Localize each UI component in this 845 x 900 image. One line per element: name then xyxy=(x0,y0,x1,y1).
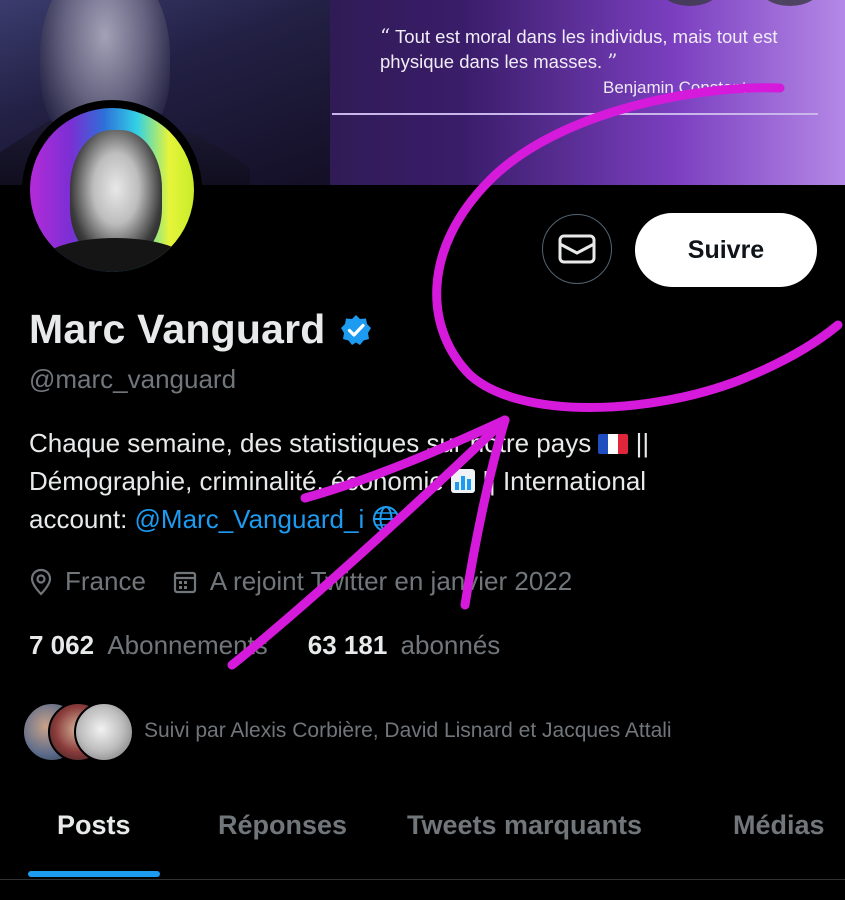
banner-ornament xyxy=(760,0,820,6)
profile-meta: France A rejoint Twitter en janvier 2022 xyxy=(29,566,598,597)
follow-stats: 7 062 Abonnements 63 181 abonnés xyxy=(29,630,540,661)
bio-text: account: xyxy=(29,504,128,534)
avatar xyxy=(74,702,134,762)
tab-replies[interactable]: Réponses xyxy=(218,810,347,841)
bio-line: account: @Marc_Vanguard_i xyxy=(29,500,819,538)
followed-by-avatars xyxy=(22,702,134,762)
followed-by[interactable]: Suivi par Alexis Corbière, David Lisnard… xyxy=(22,702,672,762)
location-pin-icon xyxy=(30,568,52,596)
bio-mention-link[interactable]: @Marc_Vanguard_i xyxy=(135,504,365,534)
tab-posts[interactable]: Posts xyxy=(57,810,131,841)
globe-icon xyxy=(373,506,400,532)
followers-stat[interactable]: 63 181 abonnés xyxy=(308,630,501,661)
profile-handle: @marc_vanguard xyxy=(29,364,237,394)
avatar-shoulders xyxy=(40,238,190,272)
verified-badge-icon[interactable] xyxy=(340,314,372,346)
bio-line: Démographie, criminalité, économie || In… xyxy=(29,462,819,500)
bio-text: Démographie, criminalité, économie xyxy=(29,466,444,496)
profile-bio: Chaque semaine, des statistiques sur not… xyxy=(29,424,819,538)
quote-open-mark: “ xyxy=(380,24,391,48)
quote-author: Benjamin Constant xyxy=(603,78,747,97)
tab-media[interactable]: Médias xyxy=(733,810,825,841)
location-text: France xyxy=(65,566,146,596)
profile-tabs: Posts Réponses Tweets marquants Médias xyxy=(0,800,845,880)
avatar[interactable] xyxy=(22,100,202,280)
following-count: 7 062 xyxy=(29,630,95,660)
followed-by-text: Suivi par Alexis Corbière, David Lisnard… xyxy=(144,719,672,742)
tab-highlights[interactable]: Tweets marquants xyxy=(407,810,642,841)
location: France xyxy=(29,566,146,597)
profile-name-row: Marc Vanguard xyxy=(29,306,372,353)
followers-label: abonnés xyxy=(400,630,501,660)
banner-quote: “ Tout est moral dans les individus, mai… xyxy=(380,24,800,74)
following-label: Abonnements xyxy=(107,630,268,660)
message-button[interactable] xyxy=(542,214,612,284)
followers-count: 63 181 xyxy=(307,630,388,660)
join-date-text: A rejoint Twitter en janvier 2022 xyxy=(209,566,573,596)
bar-chart-icon xyxy=(450,469,475,493)
quote-divider xyxy=(332,113,818,115)
profile-name: Marc Vanguard xyxy=(29,306,326,352)
bio-text: || International xyxy=(482,466,647,496)
banner-ornament xyxy=(660,0,720,6)
following-stat[interactable]: 7 062 Abonnements xyxy=(29,630,268,661)
bio-text: || xyxy=(635,428,650,458)
follow-button[interactable]: Suivre xyxy=(635,213,817,287)
tabs-divider xyxy=(0,879,845,880)
join-date: A rejoint Twitter en janvier 2022 xyxy=(172,566,572,597)
quote-close-mark: ” xyxy=(607,49,618,73)
envelope-icon xyxy=(558,234,596,264)
calendar-icon xyxy=(173,571,197,593)
avatar-image xyxy=(30,108,194,272)
quote-text: Tout est moral dans les individus, mais … xyxy=(380,26,778,72)
bio-line: Chaque semaine, des statistiques sur not… xyxy=(29,424,819,462)
french-flag-icon xyxy=(598,434,629,454)
bio-text: Chaque semaine, des statistiques sur not… xyxy=(29,428,592,458)
active-tab-indicator xyxy=(28,871,160,877)
